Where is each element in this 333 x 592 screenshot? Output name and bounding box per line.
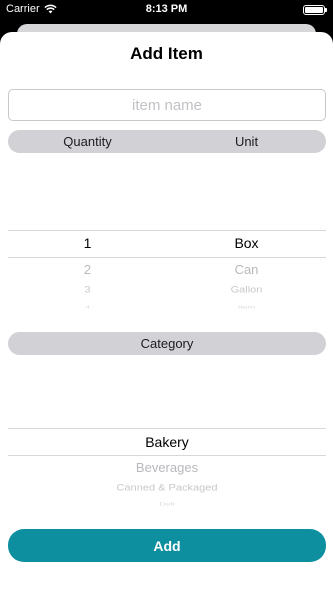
quantity-option[interactable]: 2: [8, 262, 167, 277]
category-header-label: Category: [140, 336, 194, 351]
picker-row[interactable]: 3 Gallon: [8, 285, 326, 295]
category-picker[interactable]: Bakery Beverages Canned & Packaged Deli: [8, 360, 326, 520]
quantity-header-label: Quantity: [63, 134, 112, 149]
category-header: Category: [8, 332, 326, 355]
item-name-input[interactable]: [8, 89, 326, 121]
quantity-unit-picker[interactable]: 1 Box 2 Can 3 Gallon 4 Item: [8, 162, 326, 322]
unit-option[interactable]: Can: [167, 262, 326, 277]
picker-row[interactable]: 2 Can: [8, 262, 326, 277]
unit-option[interactable]: Gallon: [167, 285, 326, 295]
unit-option[interactable]: Item: [167, 304, 326, 310]
category-option[interactable]: Beverages: [8, 460, 326, 475]
picker-row[interactable]: 4 Item: [8, 304, 326, 310]
battery-icon: [303, 5, 327, 15]
unit-header-label: Unit: [234, 134, 259, 149]
status-bar: Carrier 8:13 PM: [0, 0, 333, 20]
category-option[interactable]: Deli: [8, 501, 326, 507]
page-title: Add Item: [130, 44, 203, 63]
add-button[interactable]: Add: [8, 529, 326, 562]
quantity-option[interactable]: 4: [8, 304, 167, 310]
quantity-unit-header: Quantity Unit: [8, 130, 326, 153]
quantity-option[interactable]: 3: [8, 285, 167, 295]
add-item-sheet: Add Item Quantity Unit 1 Box 2 Can 3 Gal…: [0, 32, 333, 592]
status-time: 8:13 PM: [145, 3, 188, 15]
category-option-selected[interactable]: Bakery: [8, 434, 326, 450]
quantity-option-selected[interactable]: 1: [8, 235, 167, 251]
category-option[interactable]: Canned & Packaged: [8, 483, 326, 493]
picker-selected-row[interactable]: 1 Box: [8, 235, 326, 251]
unit-option-selected[interactable]: Box: [167, 235, 326, 251]
